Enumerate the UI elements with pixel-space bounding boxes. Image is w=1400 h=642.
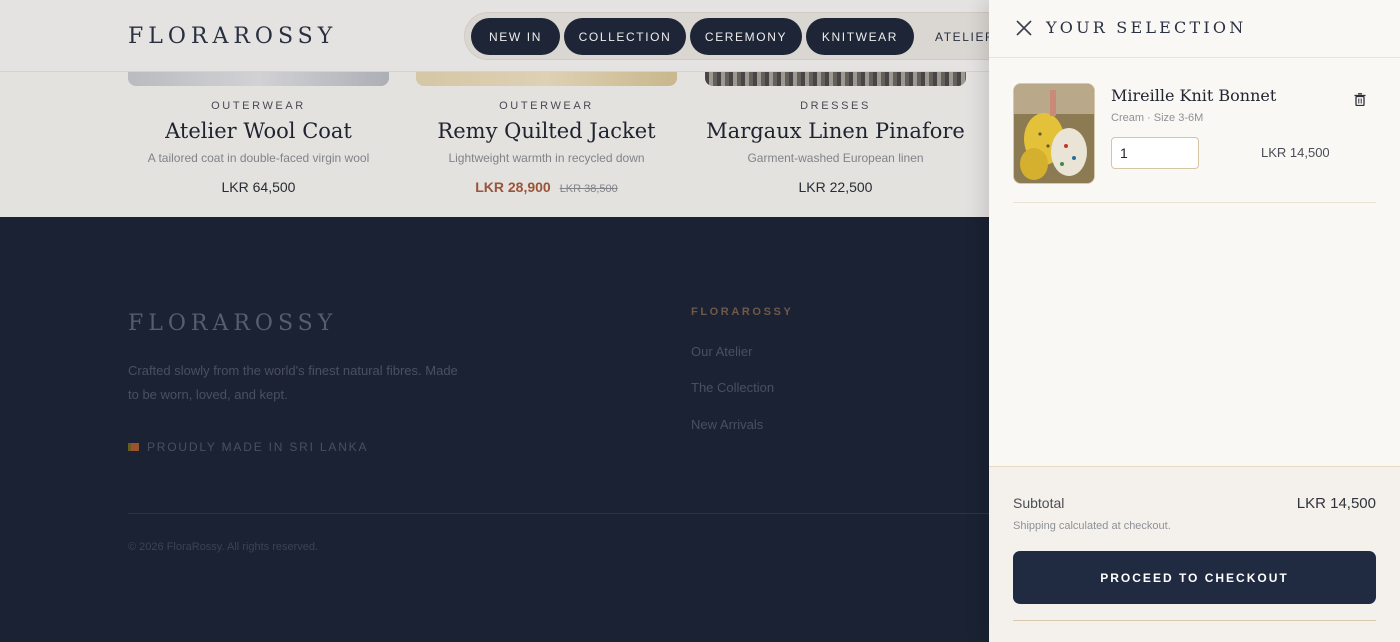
drawer-title: YOUR SELECTION: [1046, 18, 1247, 37]
cart-item-price: LKR 14,500: [1261, 145, 1330, 160]
cart-item: Mireille Knit Bonnet Cream · Size 3-6M L…: [1013, 83, 1376, 203]
close-icon[interactable]: [1015, 19, 1033, 37]
subtotal-value: LKR 14,500: [1296, 495, 1376, 512]
cart-drawer: YOUR SELECTION Mireille Knit Bonnet Crea…: [989, 0, 1400, 642]
drawer-footer: Subtotal LKR 14,500 Shipping calculated …: [989, 466, 1400, 642]
shipping-note: Shipping calculated at checkout.: [1013, 520, 1171, 532]
cart-item-name[interactable]: Mireille Knit Bonnet: [1111, 86, 1276, 105]
checkout-button[interactable]: PROCEED TO CHECKOUT: [1013, 551, 1376, 604]
cart-item-variant: Cream · Size 3-6M: [1111, 112, 1204, 124]
footer-divider-line: [1013, 620, 1376, 621]
cart-item-image[interactable]: [1013, 83, 1095, 184]
subtotal-label: Subtotal: [1013, 495, 1065, 511]
trash-icon[interactable]: [1354, 93, 1366, 106]
quantity-input[interactable]: [1111, 137, 1199, 169]
drawer-header: YOUR SELECTION: [989, 0, 1400, 58]
